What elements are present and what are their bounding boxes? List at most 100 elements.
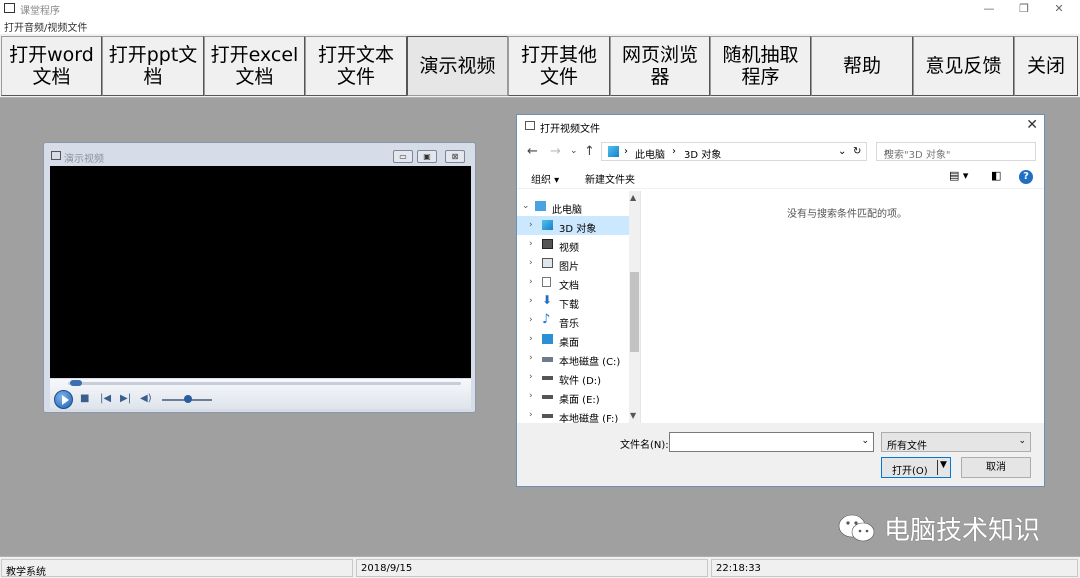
breadcrumb-3d-objects[interactable]: 3D 对象 [684, 146, 721, 161]
help-button[interactable]: 帮助 [811, 36, 913, 96]
preview-pane-icon[interactable]: ◧ [991, 169, 1001, 182]
help-icon[interactable]: ? [1019, 170, 1033, 184]
open-ppt-button[interactable]: 打开ppt文档 [102, 36, 204, 96]
expand-chevron-icon[interactable]: › [529, 391, 533, 401]
tree-item-label: 下载 [559, 300, 579, 311]
organize-button[interactable]: 组织 ▾ [531, 171, 559, 186]
open-word-button[interactable]: 打开word文档 [1, 36, 102, 96]
tree-item-label: 本地磁盘 (C:) [559, 357, 621, 368]
new-folder-button[interactable]: 新建文件夹 [585, 171, 635, 186]
tree-item-music[interactable]: › ♪ 音乐 [517, 311, 629, 330]
tree-item-documents[interactable]: › 文档 [517, 273, 629, 292]
expand-chevron-icon[interactable]: › [529, 239, 533, 249]
open-text-button[interactable]: 打开文本文件 [305, 36, 407, 96]
video-maximize-button[interactable]: ▣ [417, 150, 437, 163]
tree-item-downloads[interactable]: › ⬇ 下载 [517, 292, 629, 311]
tree-item-drive-d[interactable]: › 软件 (D:) [517, 368, 629, 387]
seek-bar[interactable] [68, 382, 461, 385]
close-app-button[interactable]: 关闭 [1014, 36, 1078, 96]
chevron-down-icon[interactable]: ⌄ [861, 436, 869, 446]
maximize-button[interactable]: ❐ [1007, 0, 1041, 18]
expand-chevron-icon[interactable]: › [529, 372, 533, 382]
tree-item-desktop[interactable]: › 桌面 [517, 330, 629, 349]
expand-chevron-icon[interactable]: › [529, 220, 533, 230]
drive-icon [542, 376, 553, 380]
recent-chevron-icon[interactable]: ⌄ [570, 146, 578, 156]
feedback-button[interactable]: 意见反馈 [913, 36, 1014, 96]
open-video-dialog: 打开视频文件 ✕ ← → ⌄ ↑ › 此电脑 › 3D 对象 ⌄ ↻ 搜索"3D… [516, 114, 1045, 487]
up-arrow-icon[interactable]: ↑ [584, 144, 595, 159]
menu-item-open-media[interactable]: 打开音频/视频文件 [4, 19, 87, 34]
expand-chevron-icon[interactable]: › [529, 410, 533, 420]
volume-handle[interactable] [184, 395, 192, 403]
music-icon: ♪ [542, 312, 551, 327]
search-icon[interactable]: ⌕ [884, 145, 1029, 159]
tree-item-videos[interactable]: › 视频 [517, 235, 629, 254]
breadcrumb-this-pc[interactable]: 此电脑 [635, 146, 665, 161]
video-minimize-button[interactable]: ▭ [393, 150, 413, 163]
dialog-close-icon[interactable]: ✕ [1026, 117, 1038, 133]
expand-chevron-icon[interactable]: ⌄ [522, 201, 530, 211]
video-close-button[interactable]: ⊠ [445, 150, 465, 163]
close-window-button[interactable]: ✕ [1042, 0, 1076, 18]
menu-bar: 打开音频/视频文件 [0, 18, 1080, 34]
expand-chevron-icon[interactable]: › [529, 277, 533, 287]
tree-item-pictures[interactable]: › 图片 [517, 254, 629, 273]
video-window-title: 演示视频 [64, 154, 104, 165]
web-browser-button[interactable]: 网页浏览器 [610, 36, 710, 96]
cancel-button[interactable]: 取消 [961, 457, 1031, 478]
status-bar: 教学系统 2018/9/15 22:18:33 [0, 556, 1080, 578]
play-button[interactable] [54, 390, 73, 409]
tree-scrollbar[interactable]: ▲ ▼ [629, 191, 640, 423]
view-options-icon[interactable]: ▤ ▾ [949, 169, 968, 182]
scroll-down-icon[interactable]: ▼ [630, 411, 636, 420]
expand-chevron-icon[interactable]: › [529, 334, 533, 344]
stop-icon[interactable]: ■ [80, 393, 89, 405]
open-split-dropdown-icon[interactable]: ▼ [937, 460, 949, 475]
open-other-button[interactable]: 打开其他文件 [508, 36, 610, 96]
forward-arrow-icon[interactable]: → [550, 144, 561, 159]
tree-item-drive-f[interactable]: › 本地磁盘 (F:) [517, 406, 629, 425]
back-arrow-icon[interactable]: ← [527, 144, 538, 159]
tree-item-label: 3D 对象 [559, 224, 597, 235]
window-title: 课堂程序 [20, 6, 60, 17]
expand-chevron-icon[interactable]: › [529, 315, 533, 325]
scrollbar-thumb[interactable] [630, 272, 639, 352]
seek-handle[interactable] [70, 380, 82, 386]
scroll-up-icon[interactable]: ▲ [630, 193, 636, 202]
tree-item-label: 图片 [559, 262, 579, 273]
chevron-down-icon[interactable]: ⌄ [1018, 436, 1026, 446]
volume-icon[interactable]: ◀) [140, 393, 152, 405]
tree-item-3d-objects[interactable]: › 3D 对象 [517, 216, 629, 235]
dialog-icon [525, 121, 535, 130]
expand-chevron-icon[interactable]: › [529, 353, 533, 363]
refresh-icon[interactable]: ↻ [853, 146, 861, 157]
tree-item-drive-e[interactable]: › 桌面 (E:) [517, 387, 629, 406]
status-time: 22:18:33 [711, 559, 1078, 577]
minimize-button[interactable]: — [972, 0, 1006, 18]
next-icon[interactable]: ▶| [120, 393, 131, 405]
filetype-select[interactable]: 所有文件 ⌄ [881, 432, 1031, 452]
tree-item-drive-c[interactable]: › 本地磁盘 (C:) [517, 349, 629, 368]
dialog-footer: 文件名(N): ⌄ 所有文件 ⌄ 打开(O) ▼ 取消 [517, 423, 1044, 486]
previous-icon[interactable]: |◀ [100, 393, 111, 405]
tree-item-this-pc[interactable]: ⌄ 此电脑 [517, 197, 629, 216]
tree-item-label: 视频 [559, 243, 579, 254]
open-button[interactable]: 打开(O) ▼ [881, 457, 951, 478]
breadcrumb-separator-icon: › [624, 146, 628, 157]
expand-chevron-icon[interactable]: › [529, 296, 533, 306]
expand-chevron-icon[interactable]: › [529, 258, 533, 268]
search-input[interactable]: 搜索"3D 对象" ⌕ [876, 142, 1036, 161]
title-bar: 课堂程序 — ❐ ✕ [0, 0, 1080, 18]
demo-video-button[interactable]: 演示视频 [407, 36, 508, 96]
random-draw-button[interactable]: 随机抽取程序 [710, 36, 811, 96]
video-window-icon [51, 151, 61, 160]
filename-input[interactable]: ⌄ [669, 432, 874, 452]
open-excel-button[interactable]: 打开excel文档 [204, 36, 305, 96]
address-dropdown-icon[interactable]: ⌄ [838, 146, 846, 157]
video-screen[interactable] [50, 166, 471, 378]
tree-item-label: 此电脑 [552, 205, 582, 216]
tree-item-label: 桌面 [559, 338, 579, 349]
address-bar[interactable]: › 此电脑 › 3D 对象 ⌄ ↻ [601, 142, 867, 161]
watermark-text: 电脑技术知识 [884, 516, 1041, 546]
